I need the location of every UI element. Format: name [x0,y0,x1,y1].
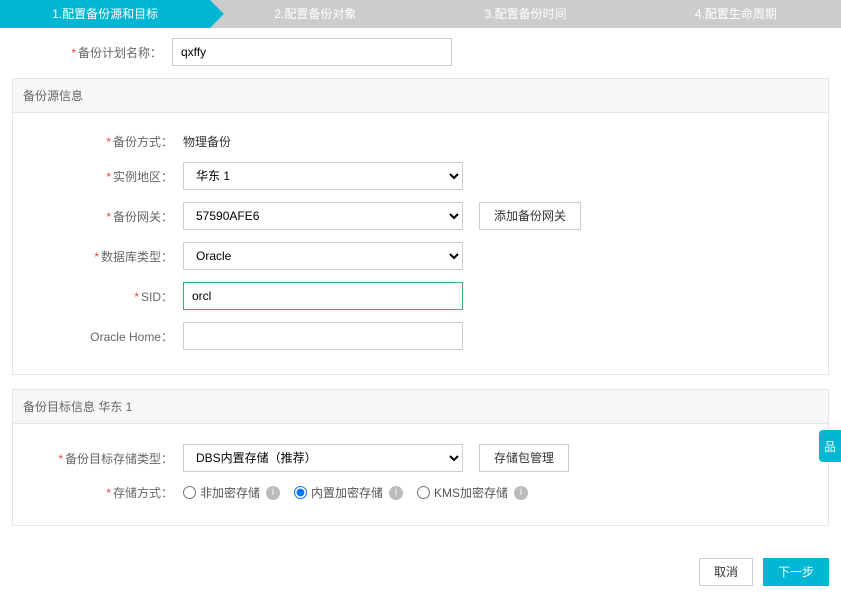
radio-builtin-encrypt[interactable]: 内置加密存储i [294,484,403,501]
target-panel: 备份目标信息 华东 1 *备份目标存储类型： DBS内置存储（推荐） 存储包管理… [12,389,829,526]
sid-label: *SID： [23,288,183,305]
step-4[interactable]: 4.配置生命周期 [631,0,841,28]
oracle-home-label: Oracle Home： [23,328,183,345]
backup-mode-label: *备份方式： [23,133,183,150]
sid-input[interactable] [183,282,463,310]
step-2[interactable]: 2.配置备份对象 [210,0,420,28]
cancel-button[interactable]: 取消 [699,558,753,586]
info-icon[interactable]: i [514,486,528,500]
source-panel-title: 备份源信息 [13,79,828,113]
step-indicator: 1.配置备份源和目标 2.配置备份对象 3.配置备份时间 4.配置生命周期 [0,0,841,28]
next-button[interactable]: 下一步 [763,558,829,586]
radio-kms-encrypt[interactable]: KMS加密存储i [417,484,528,501]
source-panel: 备份源信息 *备份方式： 物理备份 *实例地区： 华东 1 *备份网关： 575… [12,78,829,375]
storage-mode-label: *存储方式： [23,484,183,501]
side-tag[interactable]: 品 [819,430,841,462]
backup-mode-value: 物理备份 [183,133,231,150]
step-3[interactable]: 3.配置备份时间 [421,0,631,28]
oracle-home-input[interactable] [183,322,463,350]
storage-manage-button[interactable]: 存储包管理 [479,444,569,472]
dbtype-select[interactable]: Oracle [183,242,463,270]
gateway-select[interactable]: 57590AFE6 [183,202,463,230]
gateway-label: *备份网关： [23,208,183,225]
radio-non-encrypt[interactable]: 非加密存储i [183,484,280,501]
storage-type-label: *备份目标存储类型： [23,450,183,467]
add-gateway-button[interactable]: 添加备份网关 [479,202,581,230]
step-1[interactable]: 1.配置备份源和目标 [0,0,210,28]
plan-name-input[interactable] [172,38,452,66]
plan-name-label: *备份计划名称： [12,44,172,61]
region-label: *实例地区： [23,168,183,185]
target-panel-title: 备份目标信息 华东 1 [13,390,828,424]
region-select[interactable]: 华东 1 [183,162,463,190]
dbtype-label: *数据库类型： [23,248,183,265]
info-icon[interactable]: i [266,486,280,500]
storage-type-select[interactable]: DBS内置存储（推荐） [183,444,463,472]
info-icon[interactable]: i [389,486,403,500]
